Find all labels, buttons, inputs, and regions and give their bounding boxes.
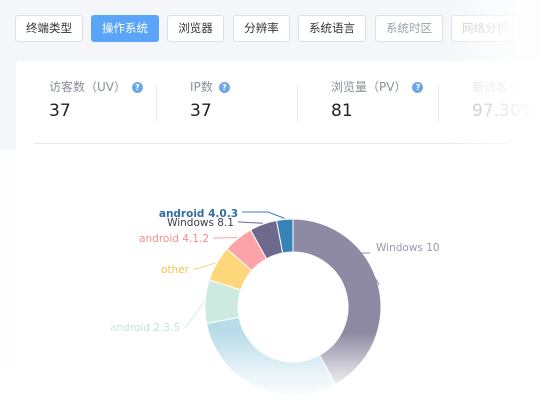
slice-label-other: other — [161, 264, 190, 276]
slice-label-android-2-3-5: android 2.3.5 — [110, 322, 180, 334]
callout-line — [242, 211, 285, 219]
callout-line — [193, 262, 216, 270]
slice-label-android-4-0-3: android 4.0.3 — [159, 208, 238, 220]
slice-label-windows-10: Windows 10 — [376, 242, 440, 254]
slice-label-android-4-1-2: android 4.1.2 — [139, 233, 209, 245]
donut-slice-windows-10[interactable] — [292, 218, 382, 385]
os-donut-chart: Windows 10 android 2.3.5 other android 4.1.… — [110, 208, 440, 396]
donut-slice[interactable] — [205, 316, 337, 396]
callout-line — [238, 221, 263, 224]
callout-line — [184, 301, 205, 328]
